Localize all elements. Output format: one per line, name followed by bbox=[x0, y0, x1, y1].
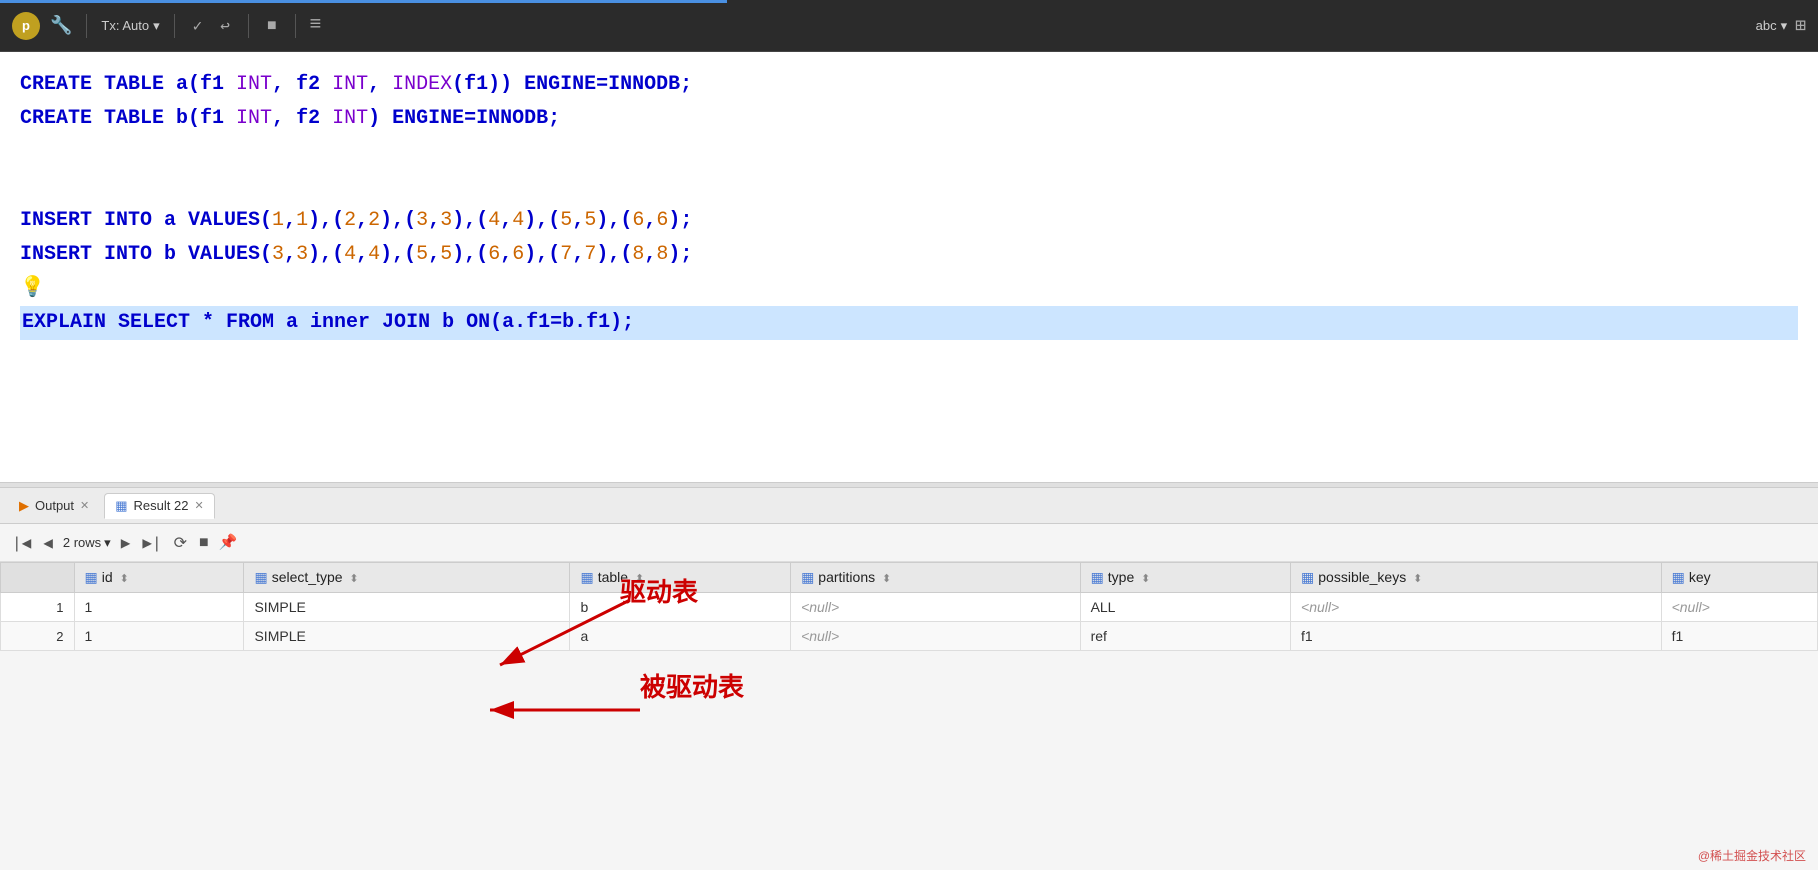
table-icon: ▦ bbox=[115, 498, 127, 514]
output-icon: ▶ bbox=[19, 498, 29, 514]
tabs-row: ▶ Output ✕ ▦ Result 22 ✕ bbox=[0, 488, 1818, 524]
cell-table: a bbox=[570, 622, 791, 651]
col-header-table[interactable]: ▦table ⬍ bbox=[570, 563, 791, 593]
first-page-button[interactable]: |◀ bbox=[10, 531, 33, 555]
cell-table: b bbox=[570, 593, 791, 622]
tab-result22[interactable]: ▦ Result 22 ✕ bbox=[104, 493, 214, 519]
driven-table-label: 被驱动表 bbox=[640, 667, 744, 704]
col-header-possible-keys[interactable]: ▦possible_keys ⬍ bbox=[1291, 563, 1662, 593]
separator-1 bbox=[86, 14, 87, 38]
code-line: INSERT INTO b VALUES(3,3),(4,4),(5,5),(6… bbox=[20, 238, 1798, 272]
tab-output-label: Output bbox=[35, 498, 74, 513]
cell-select_type: SIMPLE bbox=[244, 622, 570, 651]
right-panel-icon[interactable]: ⊞ bbox=[1795, 15, 1806, 37]
cell-partitions: <null> bbox=[791, 593, 1081, 622]
driven-arrow bbox=[430, 680, 650, 760]
code-line: 💡 bbox=[20, 272, 1798, 306]
tab-result22-close[interactable]: ✕ bbox=[194, 499, 203, 512]
code-line: CREATE TABLE b(f1 INT, f2 INT) ENGINE=IN… bbox=[20, 102, 1798, 136]
code-line: EXPLAIN SELECT * FROM a inner JOIN b ON(… bbox=[20, 306, 1798, 340]
row-number: 2 bbox=[1, 622, 75, 651]
separator-2 bbox=[174, 14, 175, 38]
row-number: 1 bbox=[1, 593, 75, 622]
toolbar-right: abc ▾ ⊞ bbox=[1756, 15, 1806, 37]
col-header-id[interactable]: ▦id ⬍ bbox=[74, 563, 244, 593]
check-button[interactable]: ✓ bbox=[189, 14, 207, 38]
code-line bbox=[20, 136, 1798, 170]
prev-page-button[interactable]: ◀ bbox=[41, 531, 55, 555]
refresh-button[interactable]: ⟳ bbox=[172, 531, 189, 555]
cell-possible_keys: f1 bbox=[1291, 622, 1662, 651]
grid-icon[interactable]: ≡ bbox=[310, 14, 322, 37]
last-page-button[interactable]: ▶| bbox=[140, 531, 163, 555]
abc-chevron: ▾ bbox=[1781, 18, 1788, 34]
code-line: INSERT INTO a VALUES(1,1),(2,2),(3,3),(4… bbox=[20, 204, 1798, 238]
tx-chevron: ▾ bbox=[153, 18, 160, 34]
col-header-select-type[interactable]: ▦select_type ⬍ bbox=[244, 563, 570, 593]
cell-id: 1 bbox=[74, 593, 244, 622]
tab-result22-label: Result 22 bbox=[134, 498, 189, 513]
rows-count-dropdown[interactable]: 2 rows ▾ bbox=[63, 535, 111, 551]
separator-4 bbox=[295, 14, 296, 38]
pin-button[interactable]: 📌 bbox=[219, 533, 238, 552]
cell-possible_keys: <null> bbox=[1291, 593, 1662, 622]
next-page-button[interactable]: ▶ bbox=[119, 531, 133, 555]
rows-count-chevron: ▾ bbox=[104, 535, 111, 551]
cell-key: <null> bbox=[1661, 593, 1817, 622]
col-header-type[interactable]: ▦type ⬍ bbox=[1080, 563, 1290, 593]
cell-partitions: <null> bbox=[791, 622, 1081, 651]
tab-output-close[interactable]: ✕ bbox=[80, 499, 89, 512]
tab-output[interactable]: ▶ Output ✕ bbox=[8, 493, 100, 519]
abc-dropdown[interactable]: abc ▾ bbox=[1756, 18, 1788, 34]
table-row: 21SIMPLEa<null>reff1f1 bbox=[1, 622, 1818, 651]
undo-button[interactable]: ↩ bbox=[216, 14, 234, 38]
results-table: ▦id ⬍ ▦select_type ⬍ ▦table ⬍ ▦partition… bbox=[0, 562, 1818, 651]
editor-area[interactable]: CREATE TABLE a(f1 INT, f2 INT, INDEX(f1)… bbox=[0, 52, 1818, 482]
tx-dropdown[interactable]: Tx: Auto ▾ bbox=[101, 18, 159, 34]
bottom-panel: ▶ Output ✕ ▦ Result 22 ✕ |◀ ◀ 2 rows ▾ ▶… bbox=[0, 488, 1818, 870]
cell-key: f1 bbox=[1661, 622, 1817, 651]
col-header-rownum bbox=[1, 563, 75, 593]
tx-label: Tx: Auto bbox=[101, 18, 149, 33]
code-line bbox=[20, 170, 1798, 204]
separator-3 bbox=[248, 14, 249, 38]
stop-button[interactable]: ■ bbox=[263, 15, 281, 37]
rows-count-label: 2 rows bbox=[63, 535, 101, 550]
results-table-wrap: ▦id ⬍ ▦select_type ⬍ ▦table ⬍ ▦partition… bbox=[0, 562, 1818, 870]
abc-label: abc bbox=[1756, 18, 1777, 33]
avatar: p bbox=[12, 12, 40, 40]
results-stop-button[interactable]: ■ bbox=[197, 532, 211, 554]
cell-select_type: SIMPLE bbox=[244, 593, 570, 622]
cell-type: ref bbox=[1080, 622, 1290, 651]
table-row: 11SIMPLEb<null>ALL<null><null> bbox=[1, 593, 1818, 622]
settings-icon[interactable]: 🔧 bbox=[50, 15, 72, 37]
col-header-partitions[interactable]: ▦partitions ⬍ bbox=[791, 563, 1081, 593]
col-header-key[interactable]: ▦key bbox=[1661, 563, 1817, 593]
cell-type: ALL bbox=[1080, 593, 1290, 622]
results-toolbar: |◀ ◀ 2 rows ▾ ▶ ▶| ⟳ ■ 📌 bbox=[0, 524, 1818, 562]
code-line: CREATE TABLE a(f1 INT, f2 INT, INDEX(f1)… bbox=[20, 68, 1798, 102]
cell-id: 1 bbox=[74, 622, 244, 651]
toolbar: p 🔧 Tx: Auto ▾ ✓ ↩ ■ ≡ abc ▾ ⊞ bbox=[0, 0, 1818, 52]
watermark: @稀土掘金技术社区 bbox=[1698, 847, 1806, 864]
progress-bar bbox=[0, 0, 727, 3]
